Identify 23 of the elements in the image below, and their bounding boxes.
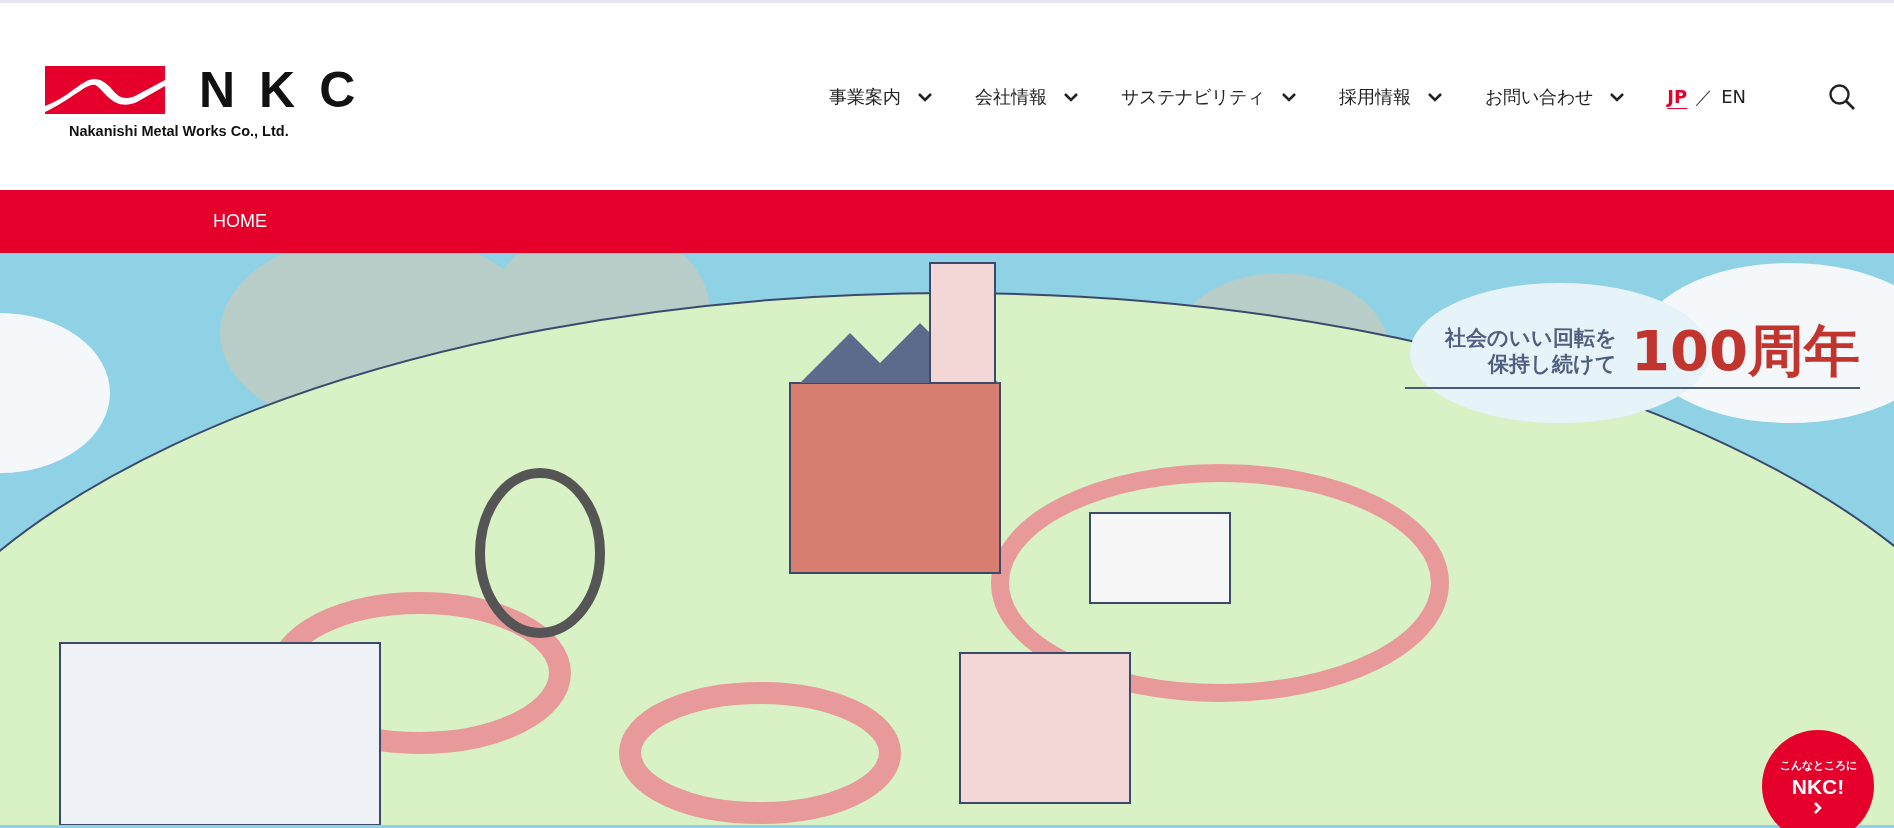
- language-separator: ／: [1695, 84, 1714, 109]
- chevron-right-icon: [1813, 800, 1823, 815]
- logo-wordmark: NKC: [199, 64, 380, 115]
- nav-menu-item[interactable]: サステナビリティ: [1121, 84, 1298, 109]
- anniversary-text: 100周年: [1631, 323, 1860, 379]
- language-link[interactable]: EN: [1721, 86, 1746, 107]
- nav-menu-item[interactable]: 会社情報: [975, 84, 1080, 109]
- search-icon: [1828, 82, 1856, 111]
- chevron-down-icon: [917, 91, 934, 102]
- chevron-down-icon: [1281, 91, 1298, 102]
- headline-text: 社会のいい回転を: [1445, 324, 1618, 351]
- nav-menu-item[interactable]: 採用情報: [1339, 84, 1444, 109]
- wave-logo-icon: [45, 65, 165, 114]
- search-button[interactable]: [1828, 82, 1856, 111]
- language-link[interactable]: JP: [1667, 86, 1688, 107]
- headline-text: 保持し続けて: [1488, 351, 1618, 378]
- chevron-down-icon: [1063, 91, 1080, 102]
- nav-menu-item[interactable]: 事業案内: [829, 84, 934, 109]
- nav-menu-item[interactable]: お問い合わせ: [1485, 84, 1626, 109]
- breadcrumb-link[interactable]: HOME: [213, 211, 267, 232]
- company-name: Nakanishi Metal Works Co., Ltd.: [69, 122, 290, 139]
- chevron-down-icon: [1427, 91, 1444, 102]
- chevron-down-icon: [1609, 91, 1626, 102]
